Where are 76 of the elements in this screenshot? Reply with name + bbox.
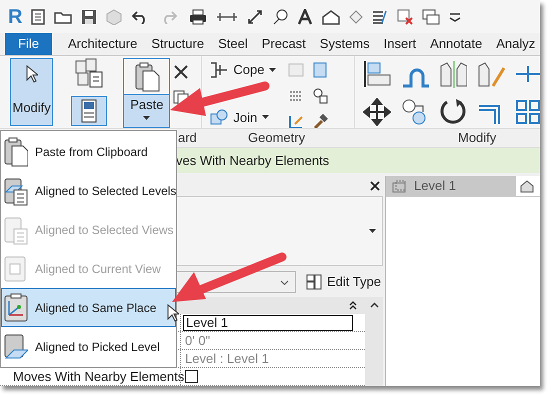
print-icon[interactable] bbox=[189, 8, 207, 24]
demolish-icon[interactable] bbox=[312, 88, 328, 104]
properties-icon[interactable] bbox=[75, 58, 104, 88]
ribbon-tab[interactable]: Precast bbox=[256, 33, 312, 55]
measure-icon[interactable] bbox=[216, 10, 238, 22]
join-button[interactable]: Join bbox=[210, 108, 276, 127]
wall-opening-icon[interactable] bbox=[312, 62, 328, 78]
menu-item[interactable]: Aligned to Picked Level bbox=[1, 327, 176, 366]
panel-label: Modify bbox=[458, 129, 496, 148]
rotate-icon[interactable] bbox=[438, 98, 467, 126]
ribbon-tab[interactable]: Steel bbox=[212, 33, 254, 55]
clipboard-icon bbox=[134, 62, 160, 92]
array-icon[interactable] bbox=[514, 98, 540, 126]
paint-icon[interactable] bbox=[288, 114, 304, 130]
ribbon-tab[interactable]: Insert bbox=[378, 33, 422, 55]
edit-type-button[interactable]: Edit Type bbox=[306, 272, 381, 292]
property-label: Moves With Nearby Elements bbox=[13, 368, 184, 386]
save-icon[interactable] bbox=[81, 8, 97, 24]
move-icon[interactable] bbox=[363, 98, 392, 126]
paste-button[interactable]: Paste bbox=[123, 58, 170, 128]
ribbon-tab[interactable]: Annotate bbox=[424, 33, 488, 55]
menu-item[interactable]: Aligned to Selected Levels bbox=[1, 171, 176, 210]
ribbon-tab[interactable]: Structure bbox=[145, 33, 210, 55]
close-icon[interactable] bbox=[370, 181, 380, 191]
clipboard-plane-icon bbox=[4, 332, 28, 362]
list-icon[interactable] bbox=[372, 10, 388, 24]
clipboard-view-icon bbox=[4, 254, 28, 284]
caret-icon bbox=[269, 68, 276, 72]
caret-icon bbox=[262, 115, 270, 120]
value-field[interactable]: Level 1 bbox=[183, 314, 353, 330]
scroll-bar[interactable] bbox=[365, 297, 383, 386]
document-icon[interactable] bbox=[31, 8, 45, 24]
text-icon[interactable] bbox=[297, 8, 313, 24]
house-icon[interactable] bbox=[322, 8, 340, 24]
open-folder-icon[interactable] bbox=[54, 10, 72, 24]
collapse-icon[interactable] bbox=[349, 301, 357, 310]
panel-label: Geometry bbox=[248, 129, 306, 148]
clipboard-icon bbox=[4, 136, 28, 166]
cope-button[interactable]: Cope bbox=[210, 60, 276, 80]
options-bar-text: ves With Nearby Elements bbox=[176, 152, 330, 170]
mirror-draw-icon[interactable] bbox=[476, 60, 505, 88]
clipboard-levels-icon bbox=[4, 176, 28, 206]
ribbon-tab[interactable]: Analyz bbox=[490, 33, 540, 55]
floor-plan-icon bbox=[392, 180, 406, 192]
chevron-down-icon bbox=[280, 280, 289, 284]
modify-button[interactable]: Modify bbox=[10, 58, 54, 126]
cursor-icon bbox=[26, 65, 38, 83]
scroll-up-icon[interactable] bbox=[370, 302, 378, 308]
property-value: 0' 0" bbox=[184, 332, 210, 350]
property-value: Level : Level 1 bbox=[184, 350, 269, 368]
app-logo[interactable]: R bbox=[8, 6, 22, 26]
caret-icon bbox=[369, 229, 376, 233]
panel-label: ard bbox=[178, 129, 198, 148]
ribbon-tab[interactable]: Architecture bbox=[62, 33, 144, 55]
join-icon bbox=[210, 109, 228, 126]
cut-icon[interactable] bbox=[173, 64, 190, 80]
clipboard-views-icon bbox=[4, 214, 28, 244]
diamond-icon[interactable] bbox=[349, 10, 363, 24]
panel-icon bbox=[81, 99, 98, 123]
switch-windows-icon[interactable] bbox=[422, 8, 440, 24]
house-icon[interactable] bbox=[520, 180, 534, 192]
ribbon-tab[interactable]: Systems bbox=[314, 33, 376, 55]
close-hidden-icon[interactable] bbox=[397, 8, 413, 24]
menu-item[interactable]: Aligned to Same Place bbox=[1, 288, 176, 327]
clipboard-axes-icon bbox=[4, 292, 28, 322]
hammer-icon[interactable] bbox=[312, 114, 328, 130]
mirror-axis-icon[interactable] bbox=[438, 60, 467, 88]
type-properties-button[interactable] bbox=[71, 96, 108, 126]
menu-icon[interactable] bbox=[449, 12, 461, 22]
caret-icon bbox=[143, 116, 150, 120]
menu-item[interactable]: Paste from Clipboard bbox=[1, 132, 176, 171]
checkbox[interactable] bbox=[185, 370, 198, 383]
dimension-icon[interactable] bbox=[247, 8, 263, 24]
edit-type-icon bbox=[306, 274, 322, 290]
cope-icon bbox=[210, 62, 228, 78]
align-icon[interactable] bbox=[363, 60, 392, 88]
